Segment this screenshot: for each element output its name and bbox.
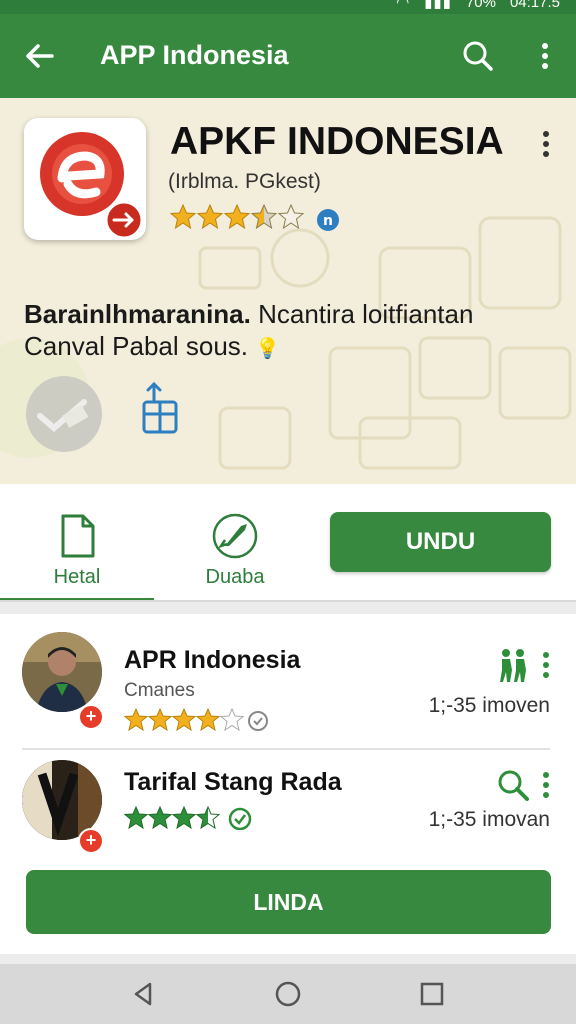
- more-vertical-icon[interactable]: [540, 650, 552, 680]
- item-rating-stars: [124, 708, 270, 732]
- arrow-left-icon[interactable]: [22, 38, 58, 74]
- recents-nav-icon[interactable]: [416, 978, 448, 1010]
- tab-label: Hetal: [53, 566, 101, 588]
- app-icon: [24, 118, 146, 240]
- back-nav-icon[interactable]: [128, 978, 160, 1010]
- document-icon: [61, 514, 95, 558]
- item-meta: 1;-35 imoven: [428, 694, 550, 717]
- item-title: Tarifal Stang Rada: [124, 768, 342, 796]
- developer-name[interactable]: (Irblma. PGkest): [168, 170, 321, 194]
- avatar: [22, 632, 102, 712]
- item-title: APR Indonesia: [124, 646, 301, 674]
- item-meta: 1;-35 imovan: [428, 808, 550, 831]
- search-icon[interactable]: [496, 768, 530, 802]
- wifi-icon: ◠: [396, 0, 411, 11]
- checkmark-icon: [37, 399, 89, 432]
- svg-text:n: n: [323, 213, 333, 229]
- divider: [0, 600, 576, 602]
- verified-badge-icon: n: [317, 209, 339, 231]
- home-nav-icon[interactable]: [272, 978, 304, 1010]
- star-rating-icon: [170, 204, 305, 230]
- lightbulb-icon: 💡: [255, 338, 281, 360]
- star-rating-icon: [124, 708, 268, 732]
- tab-bar: Hetal Duaba UNDU: [0, 484, 576, 602]
- app-rating-stars: [170, 204, 306, 230]
- signal-icon: ▮▮▮: [424, 0, 452, 11]
- install-button[interactable]: UNDU: [330, 512, 551, 572]
- more-vertical-icon[interactable]: [536, 126, 556, 162]
- star-rating-icon: [124, 806, 252, 830]
- list-item[interactable]: + Tarifal Stang Rada 1;-35 imovan: [0, 752, 576, 872]
- clock: 04:17.5: [509, 0, 560, 11]
- app-bar-title: APP Indonesia: [100, 40, 289, 70]
- tab-duaba[interactable]: Duaba: [158, 484, 312, 602]
- linda-button[interactable]: LINDA: [26, 870, 551, 934]
- people-walking-icon[interactable]: [496, 648, 530, 682]
- person-photo: [22, 632, 102, 712]
- description-line2: Canval Pabal sous.: [24, 331, 249, 361]
- related-apps-list: + APR Indonesia Cmanes 1;-35 imoven + Ta…: [0, 614, 576, 954]
- share-upload-icon[interactable]: [138, 380, 182, 436]
- tab-label: Duaba: [205, 566, 265, 588]
- system-nav-bar: [0, 964, 576, 1024]
- divider: [22, 748, 550, 750]
- description-rest: Ncantira loitfiantan: [250, 299, 474, 329]
- tab-hetal[interactable]: Hetal: [0, 484, 154, 602]
- item-subtitle: Cmanes: [124, 680, 195, 701]
- more-vertical-icon[interactable]: [532, 38, 558, 74]
- item-rating-stars: [124, 806, 270, 830]
- add-badge-icon[interactable]: +: [78, 704, 104, 730]
- list-item[interactable]: + APR Indonesia Cmanes 1;-35 imoven: [0, 624, 576, 750]
- add-badge-icon[interactable]: +: [78, 828, 104, 854]
- app-description: Barainlhmaranina. Ncantira loitfiantan C…: [24, 298, 564, 365]
- description-bold: Barainlhmaranina.: [24, 299, 251, 329]
- app-logo-icon: [40, 132, 144, 240]
- app-name: APKF INDONESIA: [170, 120, 504, 163]
- status-bar: ◠ ▮▮▮ 70% 04:17.5: [0, 0, 576, 14]
- install-shortcut-button[interactable]: [26, 376, 102, 452]
- more-vertical-icon[interactable]: [540, 770, 552, 800]
- search-icon[interactable]: [460, 38, 496, 74]
- app-hero: APKF INDONESIA (Irblma. PGkest) n Barain…: [0, 98, 576, 484]
- battery-level: 70%: [465, 0, 496, 11]
- rocket-icon: [212, 513, 258, 559]
- app-bar: APP Indonesia: [0, 14, 576, 98]
